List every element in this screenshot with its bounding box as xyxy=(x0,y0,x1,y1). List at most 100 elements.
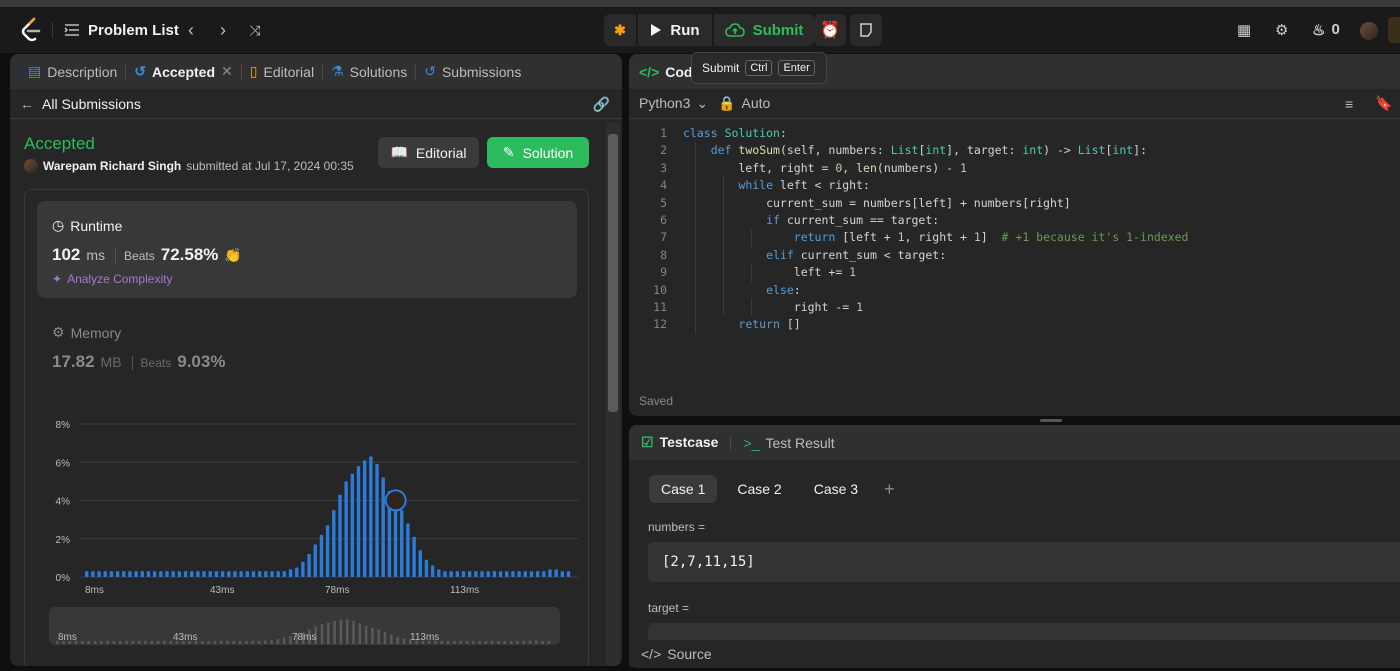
code-panel: </> Code Python3 ⌄ 🔒 Auto ≡ 🔖 1 class Solut… xyxy=(629,54,1400,416)
memory-title[interactable]: ⚙ Memory xyxy=(52,324,121,341)
history-icon: ↺ xyxy=(424,63,436,79)
list-icon xyxy=(64,24,79,36)
histogram-bar xyxy=(344,481,348,577)
code-icon: </> xyxy=(639,63,660,80)
leetcode-logo-icon[interactable] xyxy=(20,17,42,43)
histogram-bar xyxy=(418,550,422,577)
histogram-bar xyxy=(146,571,151,577)
analyze-complexity-link[interactable]: ✦ Analyze Complexity xyxy=(52,272,172,286)
problem-list-button[interactable]: Problem List xyxy=(64,7,179,53)
histogram-bar xyxy=(282,571,287,577)
mini-bar xyxy=(87,640,91,644)
indent-guide xyxy=(723,176,724,316)
y-tick-label: 2% xyxy=(56,535,71,546)
left-scroll-thumb[interactable] xyxy=(608,134,618,412)
tab-solutions[interactable]: ⚗ Solutions xyxy=(323,54,415,89)
histogram-bar xyxy=(325,525,330,577)
histogram-bar xyxy=(288,569,293,577)
mini-bar xyxy=(472,640,475,644)
histogram-bar xyxy=(356,466,361,577)
runtime-title-label: Runtime xyxy=(70,217,123,234)
chip-icon: ⚙ xyxy=(52,324,65,340)
mini-bar xyxy=(339,620,343,644)
histogram-bar xyxy=(251,571,256,577)
case-3-tab[interactable]: Case 3 xyxy=(802,475,870,503)
bookmark-icon[interactable]: 🔖 xyxy=(1375,95,1392,112)
mini-bar xyxy=(358,623,362,644)
runtime-title: ◷ Runtime xyxy=(52,217,122,234)
top-strip xyxy=(0,0,1400,7)
source-bar[interactable]: </> Source xyxy=(629,640,1400,667)
debug-button[interactable]: ✱ xyxy=(604,14,636,46)
layout-icon[interactable]: ▦ xyxy=(1237,21,1251,39)
mini-bar xyxy=(390,634,393,644)
format-icon[interactable]: ≡ xyxy=(1345,96,1353,112)
mini-bar xyxy=(377,629,380,644)
run-label: Run xyxy=(670,21,700,39)
language-select[interactable]: Python3 ⌄ xyxy=(639,95,708,112)
submit-button[interactable]: Submit xyxy=(714,14,814,46)
histogram-bar xyxy=(103,571,107,577)
mini-bar xyxy=(465,640,469,644)
solution-button[interactable]: ✎ Solution xyxy=(487,137,589,168)
histogram-bar xyxy=(449,571,453,577)
code-icon: </> xyxy=(641,645,662,662)
histogram-bar xyxy=(134,571,138,577)
mini-bar xyxy=(276,639,280,644)
kbd-enter: Enter xyxy=(778,60,815,76)
link-icon[interactable]: 🔗 xyxy=(593,96,610,113)
tab-submissions[interactable]: ↺ Submissions xyxy=(416,54,529,89)
terminal-icon: >_ xyxy=(743,434,760,451)
premium-button[interactable] xyxy=(1388,17,1400,43)
notes-button[interactable] xyxy=(850,14,882,46)
code-line: if current_sum == target: xyxy=(766,213,940,227)
editorial-button[interactable]: 📖 Editorial xyxy=(378,137,479,168)
tab-editorial[interactable]: ▯ Editorial xyxy=(242,54,322,89)
tab-accepted[interactable]: ↺ Accepted ✕ xyxy=(126,54,241,89)
case-2-tab[interactable]: Case 2 xyxy=(725,475,793,503)
submitter-avatar xyxy=(24,159,38,173)
mini-bar xyxy=(364,625,368,644)
add-case-icon[interactable]: + xyxy=(878,479,895,500)
mini-bar xyxy=(81,640,84,644)
mini-bar xyxy=(232,640,236,644)
shuffle-icon[interactable]: ⤨ xyxy=(244,19,266,41)
prev-problem-icon[interactable]: ‹ xyxy=(180,19,202,41)
user-position-marker xyxy=(384,489,407,512)
left-scrollbar[interactable] xyxy=(606,122,620,666)
runtime-card[interactable]: ◷ Runtime 102 ms Beats 72.58% 👏 ✦ Analyz… xyxy=(37,201,577,298)
close-tab-icon[interactable]: ✕ xyxy=(221,63,233,80)
tab-testcase[interactable]: ☑ Testcase xyxy=(641,434,718,451)
histogram-bar xyxy=(554,569,558,577)
numbers-input[interactable]: [2,7,11,15] xyxy=(648,542,1400,582)
histogram-bar xyxy=(97,571,101,577)
tab-test-result[interactable]: >_ Test Result xyxy=(743,435,834,451)
runtime-distribution-chart[interactable]: 8% 6% 4% 2% 0% 8ms 43ms 78ms 113ms 8ms 43ms 78ms 113… xyxy=(38,409,583,649)
auto-mode[interactable]: 🔒 Auto xyxy=(718,95,770,112)
run-button[interactable]: Run xyxy=(638,14,712,46)
case-1-tab[interactable]: Case 1 xyxy=(649,475,718,503)
mini-bar xyxy=(169,640,172,644)
timer-button[interactable]: ⏰ xyxy=(814,14,846,46)
histogram-bar xyxy=(307,554,311,577)
panel-resize-handle[interactable] xyxy=(1040,419,1062,422)
user-avatar[interactable] xyxy=(1360,22,1378,40)
x-tick-label: 43ms xyxy=(210,585,234,596)
histogram-bar xyxy=(239,571,243,577)
submitter-name[interactable]: Warepam Richard Singh xyxy=(43,159,181,173)
histogram-bar xyxy=(270,571,274,577)
back-arrow-icon[interactable]: ← xyxy=(20,96,34,112)
histogram-bar xyxy=(177,571,182,577)
mini-bar xyxy=(528,640,532,644)
indent-guide xyxy=(751,264,752,282)
all-submissions-link[interactable]: All Submissions xyxy=(42,96,141,112)
code-line: class Solution: xyxy=(683,126,787,140)
kbd-ctrl: Ctrl xyxy=(745,60,773,76)
tab-description[interactable]: ▤ Description xyxy=(20,54,125,89)
streak-counter[interactable]: ♨ 0 xyxy=(1312,21,1340,39)
next-problem-icon[interactable]: › xyxy=(212,19,234,41)
line-number: 11 xyxy=(653,300,667,314)
settings-gear-icon[interactable]: ⚙ xyxy=(1275,21,1288,39)
mini-bar xyxy=(503,640,507,644)
mini-bar xyxy=(320,624,324,644)
